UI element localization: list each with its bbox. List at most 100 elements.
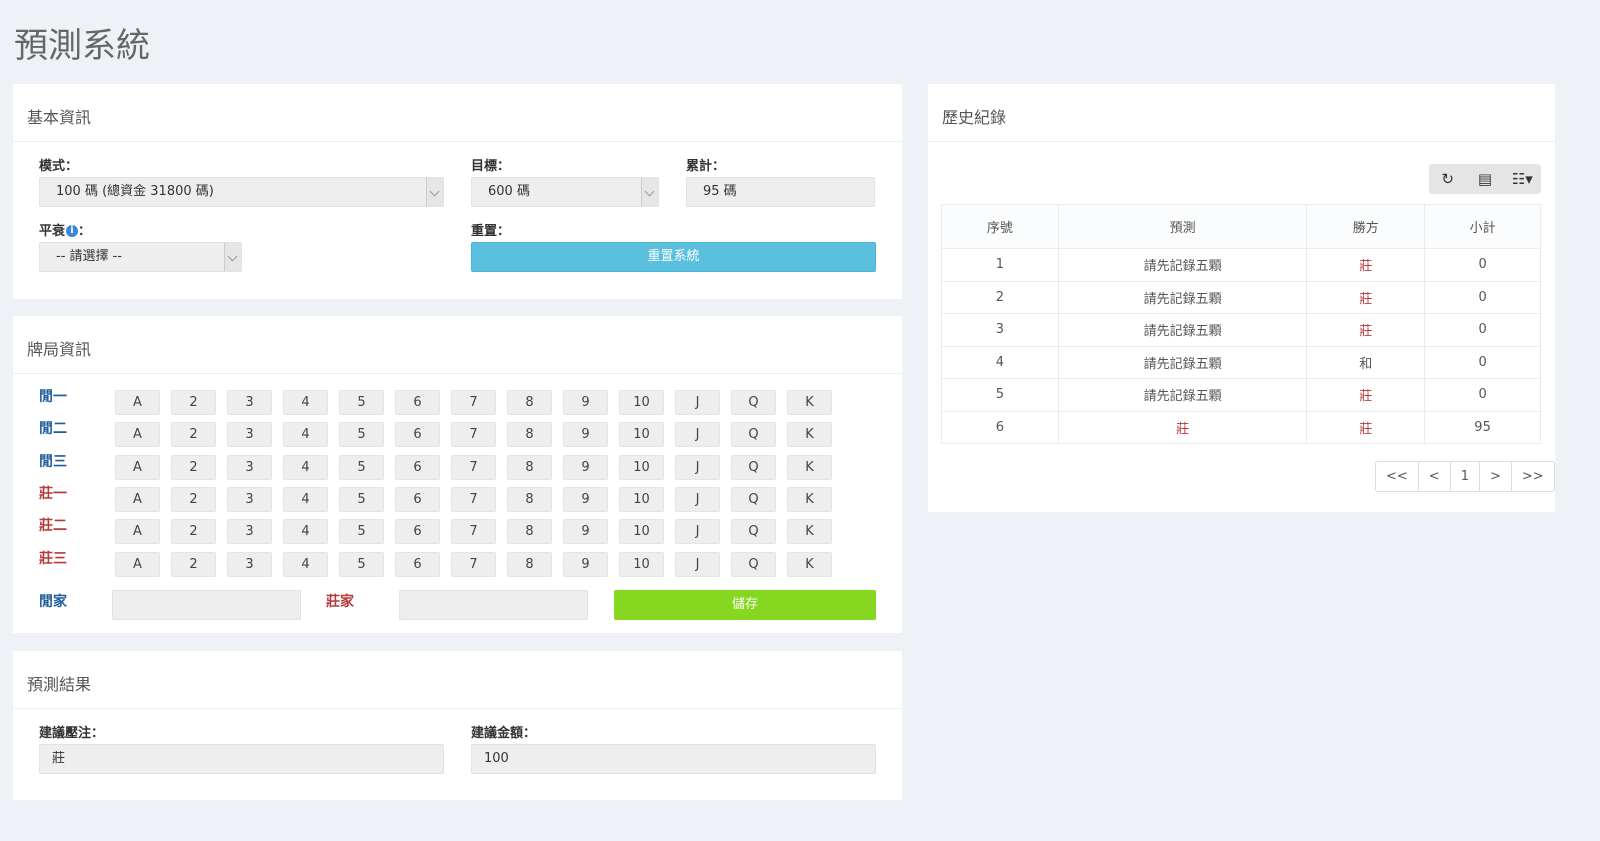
card-rank-button[interactable]: 2	[171, 486, 216, 512]
card-rank-button[interactable]: A	[115, 486, 160, 512]
tie-select[interactable]: -- 請選擇 --	[39, 242, 242, 272]
card-rank-button[interactable]: 4	[283, 454, 328, 480]
card-rank-button[interactable]: 4	[283, 422, 328, 448]
reset-system-button[interactable]: 重置系統	[471, 242, 876, 272]
card-rank-button[interactable]: 7	[451, 551, 496, 577]
mode-select[interactable]: 100 碼 (總資金 31800 碼)	[39, 177, 444, 207]
card-rank-button[interactable]: 3	[227, 390, 272, 415]
card-rank-button[interactable]: 3	[227, 454, 272, 480]
card-rank-button[interactable]: 4	[283, 551, 328, 577]
column-header[interactable]: 小計	[1424, 204, 1541, 249]
card-rank-button[interactable]: K	[787, 486, 832, 512]
cell-no: 3	[941, 313, 1059, 347]
card-rank-button[interactable]: 2	[171, 519, 216, 545]
card-rank-button[interactable]: 9	[563, 422, 608, 448]
cell-subtotal: 0	[1424, 313, 1541, 347]
card-rank-button[interactable]: 6	[395, 422, 440, 448]
card-rank-button[interactable]: Q	[731, 454, 776, 480]
card-rank-button[interactable]: A	[115, 422, 160, 448]
card-rank-button[interactable]: 6	[395, 454, 440, 480]
card-rank-button[interactable]: 10	[619, 551, 664, 577]
card-rank-button[interactable]: 9	[563, 551, 608, 577]
card-rank-button[interactable]: 2	[171, 422, 216, 448]
card-rank-button[interactable]: 5	[339, 551, 384, 577]
column-header[interactable]: 勝方	[1306, 204, 1426, 249]
target-select[interactable]: 600 碼	[471, 177, 659, 207]
card-rank-button[interactable]: 7	[451, 422, 496, 448]
card-rank-button[interactable]: K	[787, 551, 832, 577]
save-button[interactable]: 儲存	[614, 590, 876, 620]
card-rank-button[interactable]: A	[115, 551, 160, 577]
card-rank-button[interactable]: Q	[731, 551, 776, 577]
card-rank-button[interactable]: 4	[283, 519, 328, 545]
card-rank-button[interactable]: J	[675, 390, 720, 415]
card-rank-button[interactable]: 6	[395, 390, 440, 415]
card-rank-button[interactable]: 5	[339, 422, 384, 448]
card-rank-button[interactable]: J	[675, 551, 720, 577]
card-rank-button[interactable]: 10	[619, 519, 664, 545]
card-rank-button[interactable]: Q	[731, 390, 776, 415]
card-rank-button[interactable]: A	[115, 390, 160, 415]
card-rank-button[interactable]: 9	[563, 519, 608, 545]
card-rank-button[interactable]: 3	[227, 486, 272, 512]
page-next-button[interactable]: >	[1478, 461, 1512, 492]
card-rank-button[interactable]: K	[787, 390, 832, 415]
card-rank-button[interactable]: 8	[507, 422, 552, 448]
card-rank-button[interactable]: K	[787, 519, 832, 545]
card-rank-button[interactable]: Q	[731, 519, 776, 545]
card-rank-button[interactable]: 7	[451, 454, 496, 480]
card-rank-button[interactable]: 6	[395, 551, 440, 577]
card-rank-button[interactable]: 9	[563, 390, 608, 415]
card-rank-button[interactable]: 7	[451, 519, 496, 545]
card-rank-button[interactable]: A	[115, 454, 160, 480]
card-rank-button[interactable]: 6	[395, 519, 440, 545]
card-rank-button[interactable]: 10	[619, 486, 664, 512]
card-rank-button[interactable]: 5	[339, 390, 384, 415]
card-rank-button[interactable]: 7	[451, 390, 496, 415]
card-rank-button[interactable]: J	[675, 454, 720, 480]
card-rank-button[interactable]: 8	[507, 486, 552, 512]
list-icon[interactable]: ▤	[1466, 164, 1503, 194]
page-first-button[interactable]: <<	[1375, 461, 1419, 492]
card-rank-button[interactable]: 4	[283, 486, 328, 512]
card-rank-button[interactable]: 5	[339, 486, 384, 512]
card-rank-button[interactable]: 2	[171, 390, 216, 415]
card-rank-button[interactable]: K	[787, 454, 832, 480]
card-rank-button[interactable]: K	[787, 422, 832, 448]
card-rank-button[interactable]: 10	[619, 422, 664, 448]
card-rank-button[interactable]: Q	[731, 422, 776, 448]
card-rank-button[interactable]: J	[675, 422, 720, 448]
card-rank-button[interactable]: 10	[619, 454, 664, 480]
refresh-icon[interactable]: ↻	[1429, 164, 1466, 194]
card-rank-button[interactable]: 2	[171, 551, 216, 577]
card-rank-button[interactable]: Q	[731, 486, 776, 512]
banker-total-input[interactable]	[399, 590, 588, 620]
column-header[interactable]: 預測	[1057, 204, 1308, 249]
card-rank-button[interactable]: 3	[227, 519, 272, 545]
player-total-input[interactable]	[112, 590, 301, 620]
card-rank-button[interactable]: 9	[563, 486, 608, 512]
card-rank-button[interactable]: 6	[395, 486, 440, 512]
page-prev-button[interactable]: <	[1417, 461, 1451, 492]
card-rank-button[interactable]: 8	[507, 519, 552, 545]
page-last-button[interactable]: >>	[1510, 461, 1555, 492]
column-header[interactable]: 序號	[941, 204, 1059, 249]
page-number-button[interactable]: 1	[1449, 461, 1480, 492]
info-icon[interactable]: i	[66, 225, 79, 237]
card-rank-button[interactable]: 7	[451, 486, 496, 512]
card-rank-button[interactable]: 5	[339, 454, 384, 480]
card-rank-button[interactable]: 3	[227, 422, 272, 448]
card-rank-button[interactable]: A	[115, 519, 160, 545]
card-rank-button[interactable]: 9	[563, 454, 608, 480]
card-rank-button[interactable]: 5	[339, 519, 384, 545]
card-rank-button[interactable]: 4	[283, 390, 328, 415]
card-rank-button[interactable]: J	[675, 486, 720, 512]
card-rank-button[interactable]: 8	[507, 390, 552, 415]
card-rank-button[interactable]: 10	[619, 390, 664, 415]
card-rank-button[interactable]: 8	[507, 454, 552, 480]
card-rank-button[interactable]: 3	[227, 551, 272, 577]
card-rank-button[interactable]: J	[675, 519, 720, 545]
card-rank-button[interactable]: 8	[507, 551, 552, 577]
columns-icon[interactable]: ☷▾	[1504, 164, 1541, 194]
card-rank-button[interactable]: 2	[171, 454, 216, 480]
